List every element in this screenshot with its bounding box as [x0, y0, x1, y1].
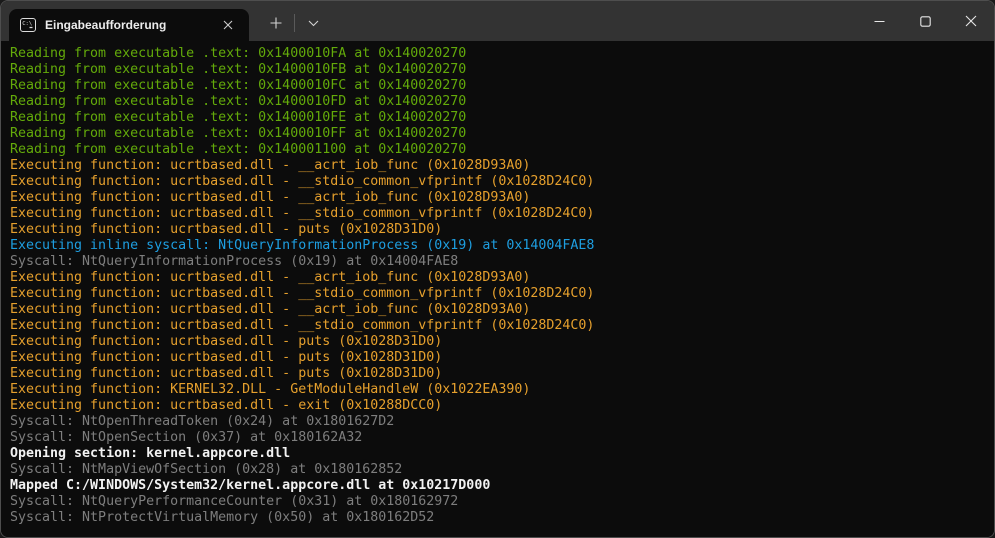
terminal-line: Reading from executable .text: 0x1400010…: [10, 126, 988, 142]
toolbar-divider: [294, 14, 295, 32]
chevron-down-icon: [308, 20, 319, 27]
terminal-line: Reading from executable .text: 0x1400010…: [10, 46, 988, 62]
tab-title: Eingabeaufforderung: [45, 18, 206, 32]
minimize-button[interactable]: [856, 1, 902, 41]
tab-dropdown-button[interactable]: [296, 7, 330, 39]
terminal-line: Reading from executable .text: 0x1400010…: [10, 110, 988, 126]
maximize-icon: [920, 16, 931, 27]
terminal-line: Executing function: ucrtbased.dll - puts…: [10, 334, 988, 350]
terminal-line: Executing function: ucrtbased.dll - __ac…: [10, 302, 988, 318]
titlebar-drag-area[interactable]: [330, 1, 856, 41]
terminal-line: Executing function: ucrtbased.dll - exit…: [10, 398, 988, 414]
terminal-line: Executing function: ucrtbased.dll - __st…: [10, 206, 988, 222]
terminal-line: Executing function: ucrtbased.dll - __st…: [10, 286, 988, 302]
terminal-line: Syscall: NtQueryInformationProcess (0x19…: [10, 254, 988, 270]
terminal-line: Syscall: NtMapViewOfSection (0x28) at 0x…: [10, 462, 988, 478]
title-bar: C:\ Eingabeaufforderung: [1, 1, 994, 41]
terminal-line: Syscall: NtQueryPerformanceCounter (0x31…: [10, 494, 988, 510]
cmd-icon: C:\: [20, 18, 36, 32]
maximize-button[interactable]: [902, 1, 948, 41]
terminal-line: Reading from executable .text: 0x1400010…: [10, 78, 988, 94]
terminal-line: Executing function: ucrtbased.dll - __ac…: [10, 190, 988, 206]
terminal-line: Executing inline syscall: NtQueryInforma…: [10, 238, 988, 254]
terminal-line: Executing function: ucrtbased.dll - puts…: [10, 222, 988, 238]
terminal-window: C:\ Eingabeaufforderung: [0, 0, 995, 538]
terminal-line: Reading from executable .text: 0x1400010…: [10, 94, 988, 110]
terminal-line: Syscall: NtOpenSection (0x37) at 0x18016…: [10, 430, 988, 446]
terminal-line: Executing function: ucrtbased.dll - puts…: [10, 366, 988, 382]
terminal-line: Executing function: ucrtbased.dll - puts…: [10, 350, 988, 366]
tab-eingabeaufforderung[interactable]: C:\ Eingabeaufforderung: [9, 9, 249, 41]
close-icon: [965, 15, 977, 27]
minimize-icon: [874, 16, 885, 27]
new-tab-button[interactable]: [259, 7, 293, 39]
terminal-output[interactable]: Reading from executable .text: 0x1400010…: [1, 41, 994, 537]
terminal-line: Executing function: KERNEL32.DLL - GetMo…: [10, 382, 988, 398]
close-icon: [223, 20, 233, 30]
window-close-button[interactable]: [948, 1, 994, 41]
terminal-line: Reading from executable .text: 0x1400010…: [10, 62, 988, 78]
terminal-line: Syscall: NtOpenThreadToken (0x24) at 0x1…: [10, 414, 988, 430]
terminal-line: Executing function: ucrtbased.dll - __st…: [10, 318, 988, 334]
terminal-line: Reading from executable .text: 0x1400011…: [10, 142, 988, 158]
terminal-line: Opening section: kernel.appcore.dll: [10, 446, 988, 462]
new-tab-group: [259, 1, 330, 41]
terminal-line: Executing function: ucrtbased.dll - __ac…: [10, 158, 988, 174]
terminal-line: Syscall: NtProtectVirtualMemory (0x50) a…: [10, 510, 988, 526]
terminal-line: Mapped C:/WINDOWS/System32/kernel.appcor…: [10, 478, 988, 494]
tab-close-button[interactable]: [215, 13, 241, 37]
plus-icon: [270, 17, 282, 29]
terminal-line: Executing function: ucrtbased.dll - __ac…: [10, 270, 988, 286]
terminal-line: Executing function: ucrtbased.dll - __st…: [10, 174, 988, 190]
svg-text:C:\: C:\: [22, 21, 32, 27]
